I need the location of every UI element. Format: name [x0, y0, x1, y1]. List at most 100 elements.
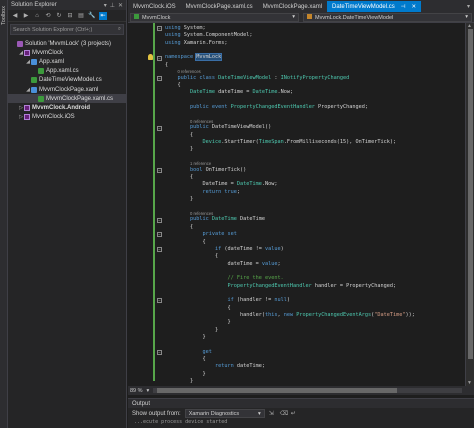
pin-icon[interactable]: ⊥ [110, 2, 115, 9]
fold-toggle-icon[interactable]: − [157, 217, 162, 223]
type-dropdown[interactable]: MvvmLock.DateTimeViewModel ▾ [303, 12, 472, 22]
code-line[interactable]: } [128, 196, 458, 203]
close-icon[interactable]: ✕ [118, 2, 123, 9]
code-line[interactable]: using Xamarin.Forms; [128, 40, 458, 47]
fold-toggle-icon[interactable]: − [157, 349, 162, 355]
code-line[interactable]: { [128, 253, 458, 260]
clear-all-icon[interactable]: ⌫ [280, 410, 288, 417]
tree-item[interactable]: ◢ App.xaml [8, 57, 126, 66]
code-line[interactable]: } [128, 146, 458, 153]
code-line[interactable]: get − [128, 349, 458, 356]
solution-explorer-search[interactable]: Search Solution Explorer (Ctrl+;) ⌕ [10, 24, 124, 35]
properties-icon[interactable]: 🔧 [88, 12, 96, 20]
code-line[interactable]: { [128, 174, 458, 181]
code-line[interactable]: // Fire the event. [128, 275, 458, 282]
fold-toggle-icon[interactable]: − [157, 232, 162, 238]
code-line[interactable]: public event PropertyChangedEventHandler… [128, 104, 458, 111]
code-line[interactable]: return dateTime; [128, 363, 458, 370]
code-line[interactable]: handler(this, new PropertyChangedEventAr… [128, 312, 458, 319]
code-line[interactable]: if (dateTime != value) − [128, 246, 458, 253]
code-line[interactable]: PropertyChangedEventHandler handler = Pr… [128, 283, 458, 290]
code-line[interactable] [128, 204, 458, 211]
code-line[interactable]: DateTime = DateTime.Now; [128, 181, 458, 188]
preview-icon[interactable]: ⇤ [99, 11, 107, 20]
code-line[interactable]: namespace MvvmLock − [128, 53, 458, 62]
tree-item[interactable]: MvvmClockPage.xaml.cs [8, 94, 126, 104]
toolbox-tab[interactable]: Toolbox [0, 0, 8, 428]
document-tab[interactable]: MvvmClockPage.xaml.cs [181, 1, 258, 12]
code-line[interactable]: } [128, 334, 458, 341]
tree-item[interactable]: ◢ MvvmClockPage.xaml [8, 85, 126, 94]
code-editor[interactable]: using System; − using System.ComponentMode… [128, 23, 474, 386]
fold-toggle-icon[interactable]: − [157, 247, 162, 253]
code-line[interactable]: Device.StartTimer(TimeSpan.FromMilliseco… [128, 139, 458, 146]
tree-item[interactable]: ◢ MvvmClock [8, 48, 126, 57]
refresh-icon[interactable]: ↻ [55, 12, 63, 20]
project-dropdown[interactable]: MvvmClock ▾ [130, 12, 299, 22]
scrollbar-thumb[interactable] [468, 29, 473, 359]
code-line[interactable]: bool OnTimerTick() − [128, 167, 458, 174]
code-line[interactable] [128, 268, 458, 275]
code-line[interactable]: public class DateTimeViewModel : INotify… [128, 75, 458, 82]
tree-item[interactable]: DateTimeViewModel.cs [8, 76, 126, 85]
tree-item[interactable]: ▷ MvvmClock.iOS [8, 113, 126, 122]
code-line[interactable]: { [128, 224, 458, 231]
code-line[interactable]: { [128, 132, 458, 139]
document-tab[interactable]: MvvmClockPage.xaml [258, 1, 327, 12]
tree-item[interactable]: Solution 'MvvmLock' (3 projects) [8, 39, 126, 48]
code-line[interactable]: { [128, 239, 458, 246]
code-line[interactable]: using System.ComponentModel; [128, 32, 458, 39]
code-line[interactable]: public DateTimeViewModel() − [128, 124, 458, 131]
editor-vertical-scrollbar[interactable]: ▲ ▼ [465, 23, 474, 386]
code-line[interactable] [128, 111, 458, 118]
code-line[interactable] [128, 154, 458, 161]
lightbulb-icon[interactable] [148, 54, 153, 61]
sync-icon[interactable]: ⟲ [44, 12, 52, 20]
code-line[interactable]: return true; [128, 189, 458, 196]
zoom-level[interactable]: 89 % [130, 388, 143, 394]
document-tab[interactable]: DateTimeViewModel.cs ⊣ ✕ [327, 1, 422, 12]
document-tab[interactable]: MvvmClock.iOS [128, 1, 181, 12]
output-source-select[interactable]: Xamarin Diagnostics ▾ [184, 409, 265, 418]
code-line[interactable]: { [128, 82, 458, 89]
fold-toggle-icon[interactable]: − [157, 75, 162, 81]
fold-toggle-icon[interactable]: − [157, 26, 162, 32]
tree-item[interactable]: App.xaml.cs [8, 67, 126, 76]
fold-toggle-icon[interactable]: − [157, 298, 162, 304]
code-line[interactable]: } [128, 319, 458, 326]
find-message-icon[interactable]: ⇲ [269, 410, 276, 417]
search-icon[interactable]: ⌕ [118, 26, 121, 33]
fold-toggle-icon[interactable]: − [157, 125, 162, 131]
fold-toggle-icon[interactable]: − [157, 167, 162, 173]
code-line[interactable]: } [128, 327, 458, 334]
code-line[interactable] [128, 341, 458, 348]
pin-icon[interactable]: ⊣ [401, 4, 406, 10]
code-line[interactable]: } [128, 371, 458, 378]
code-line[interactable]: } [128, 378, 458, 385]
collapse-all-icon[interactable]: ⊟ [66, 12, 74, 20]
code-line[interactable]: { [128, 356, 458, 363]
tree-item[interactable]: ▷ MvvmClock.Android [8, 103, 126, 112]
home-icon[interactable]: ⌂ [33, 12, 41, 20]
dropdown-icon[interactable]: ▾ [104, 2, 107, 9]
code-line[interactable]: dateTime = value; [128, 261, 458, 268]
tab-overflow-icon[interactable]: ▾ [463, 1, 474, 12]
code-line[interactable]: if (handler != null) − [128, 297, 458, 304]
code-line[interactable]: public DateTime DateTime − [128, 216, 458, 223]
horizontal-scrollbar-thumb[interactable] [157, 388, 398, 393]
horizontal-scrollbar[interactable] [153, 388, 462, 393]
code-line[interactable]: using System; − [128, 25, 458, 32]
back-icon[interactable]: ◀ [11, 12, 19, 20]
forward-icon[interactable]: ▶ [22, 12, 30, 20]
code-line[interactable] [128, 97, 458, 104]
show-files-icon[interactable]: ▤ [77, 12, 85, 20]
code-line[interactable]: private set − [128, 231, 458, 238]
close-icon[interactable]: ✕ [412, 4, 417, 10]
code-line[interactable]: DateTime dateTime = DateTime.Now; [128, 89, 458, 96]
code-line[interactable]: { [128, 62, 458, 69]
chevron-down-icon[interactable]: ▾ [147, 388, 150, 394]
code-line[interactable]: { [128, 305, 458, 312]
fold-toggle-icon[interactable]: − [157, 55, 162, 61]
word-wrap-icon[interactable]: ↵ [291, 410, 298, 417]
code-line[interactable] [128, 290, 458, 297]
